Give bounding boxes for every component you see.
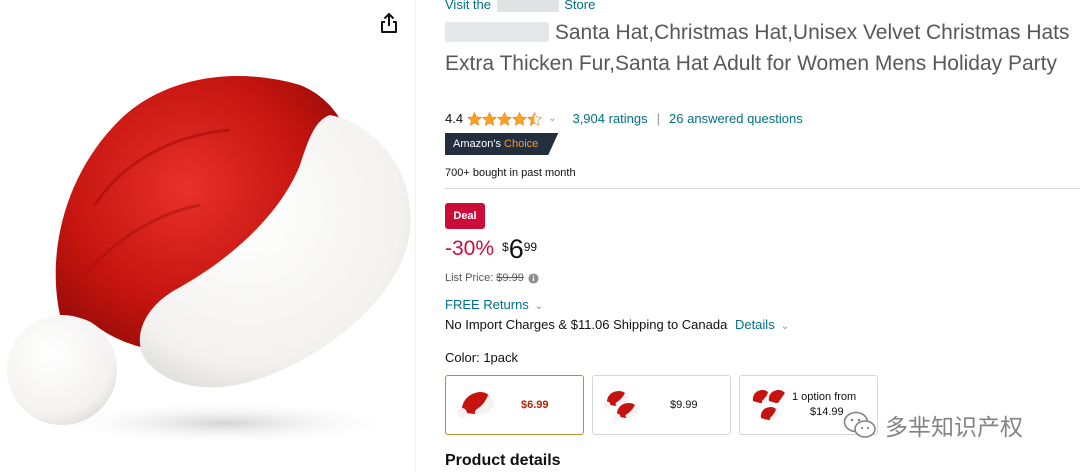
deal-badge: Deal xyxy=(445,203,485,229)
product-image-pane xyxy=(0,0,415,472)
share-icon xyxy=(381,13,397,33)
rating-row: 4.4 ⌄ 3,904 ratings | 26 answered questi… xyxy=(445,111,803,126)
swatch-price: $9.99 xyxy=(670,399,698,411)
pane-divider xyxy=(415,0,416,472)
rating-value: 4.4 xyxy=(445,111,464,126)
chevron-down-icon[interactable]: ⌄ xyxy=(548,113,556,124)
redacted-brand xyxy=(496,0,559,12)
star-icon xyxy=(512,111,527,126)
price-currency: $ xyxy=(502,240,509,254)
star-icon xyxy=(497,111,512,126)
price-whole: 6 xyxy=(508,234,524,264)
badge-choice: Choice xyxy=(504,138,539,150)
color-selector-label: Color: 1pack xyxy=(445,350,518,365)
price-fraction: 99 xyxy=(523,240,538,254)
color-label: Color: xyxy=(445,350,480,365)
share-button[interactable] xyxy=(376,10,402,36)
badge-amazons: Amazon's xyxy=(453,138,501,150)
shipping-details-link[interactable]: Details xyxy=(735,317,775,332)
swatch-price: $6.99 xyxy=(521,399,549,411)
redacted-brand-title xyxy=(445,22,549,42)
list-price-value: $9.99 xyxy=(496,272,524,284)
color-swatch-2pack[interactable]: $9.99 xyxy=(592,375,731,435)
price-row: -30% $ 6 99 xyxy=(445,234,537,264)
info-icon[interactable] xyxy=(528,272,539,284)
chevron-down-icon: ⌄ xyxy=(534,301,544,312)
ratings-count-link[interactable]: 3,904 ratings xyxy=(572,111,647,126)
amazons-choice-badge[interactable]: Amazon's Choice xyxy=(445,133,558,155)
store-suffix: Store xyxy=(560,0,596,12)
swatch-hat-image xyxy=(457,392,495,418)
list-price: List Price: $9.99 xyxy=(445,272,539,284)
color-value: 1pack xyxy=(483,350,519,365)
swatch-hat-image xyxy=(752,390,785,420)
chevron-down-icon[interactable]: ⌄ xyxy=(781,321,789,332)
wechat-icon xyxy=(843,411,876,438)
color-swatch-1pack[interactable]: $6.99 xyxy=(445,375,584,435)
bought-in-past-month: 700+ bought in past month xyxy=(445,167,576,179)
half-star-icon xyxy=(527,111,542,126)
divider xyxy=(445,188,1080,189)
watermark-text: 多芈知识产权 xyxy=(885,415,1023,441)
star-rating[interactable] xyxy=(467,111,542,126)
star-icon xyxy=(467,111,482,126)
visit-store-link[interactable]: Visit the Store xyxy=(445,0,595,12)
product-details-heading: Product details xyxy=(445,452,561,469)
swatch-hat-image xyxy=(603,391,639,421)
shipping-text: No Import Charges & $11.06 Shipping to C… xyxy=(445,317,728,332)
product-title: Santa Hat,Christmas Hat,Unisex Velvet Ch… xyxy=(445,17,1080,79)
list-price-label: List Price: xyxy=(445,272,494,284)
watermark: 多芈知识产权 xyxy=(843,408,1023,442)
discount-percent: -30% xyxy=(445,237,495,260)
answered-questions-link[interactable]: 26 answered questions xyxy=(669,111,803,126)
swatch-option-line2: $14.99 xyxy=(810,406,844,418)
free-returns-label: FREE Returns xyxy=(445,297,529,312)
shipping-info: No Import Charges & $11.06 Shipping to C… xyxy=(445,317,789,332)
store-prefix: Visit the xyxy=(445,0,495,12)
star-icon xyxy=(482,111,497,126)
santa-hat-image[interactable] xyxy=(0,55,415,465)
swatch-option-line1: 1 option from xyxy=(792,391,857,403)
separator: | xyxy=(656,111,661,126)
free-returns-link[interactable]: FREE Returns ⌄ xyxy=(445,297,543,312)
